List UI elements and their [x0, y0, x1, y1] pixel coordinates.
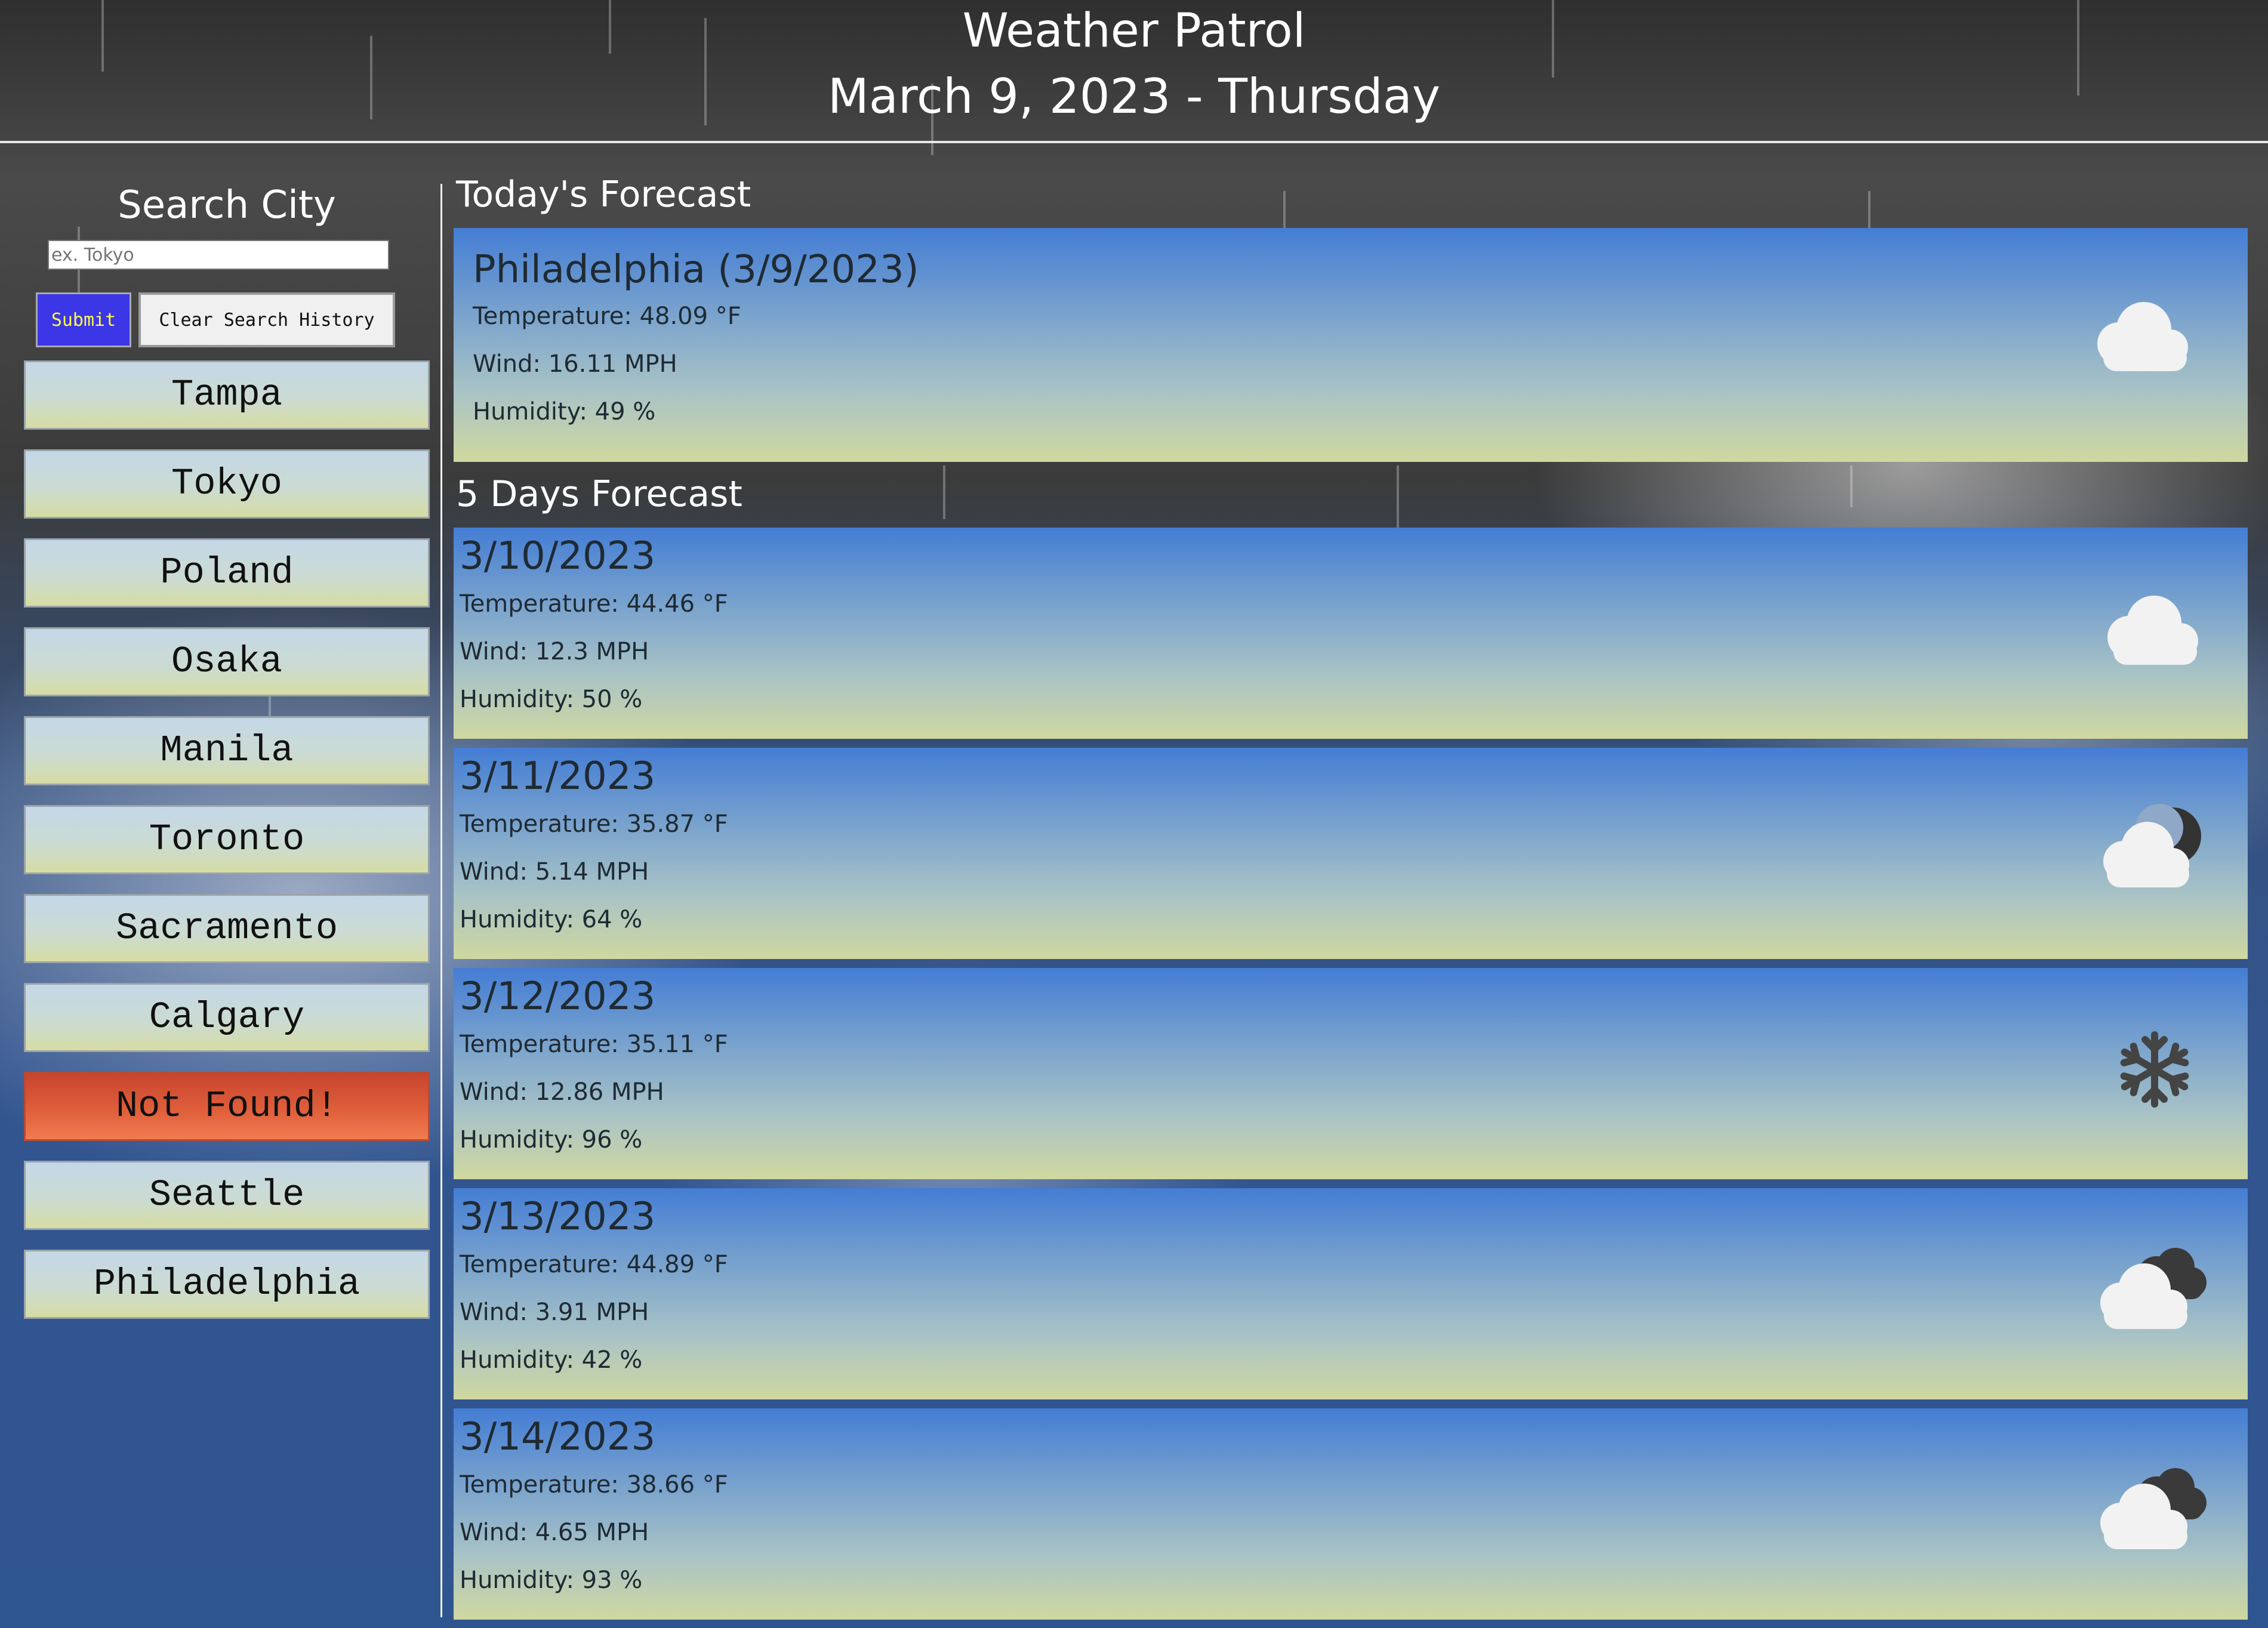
broken-clouds-icon	[2100, 1248, 2207, 1329]
forecast-date: 3/11/2023	[460, 754, 656, 798]
todays-forecast-heading: Today's Forecast	[456, 174, 751, 215]
cloud-icon	[2107, 596, 2198, 665]
forecast-date: 3/10/2023	[460, 534, 656, 578]
page-header: Weather Patrol March 9, 2023 - Thursday	[0, 0, 2268, 143]
forecast-humidity: Humidity: 64 %	[460, 906, 643, 933]
history-item-osaka[interactable]: Osaka	[24, 627, 430, 696]
partly-cloudy-night-icon	[2103, 804, 2201, 887]
forecast-card-day-2: 3/11/2023 Temperature: 35.87 °F Wind: 5.…	[454, 748, 2248, 959]
search-input[interactable]	[48, 240, 389, 270]
forecast-wind: Wind: 12.86 MPH	[460, 1078, 664, 1106]
forecast-humidity: Humidity: 50 %	[460, 686, 643, 713]
forecast-wind: Wind: 4.65 MPH	[460, 1519, 649, 1546]
forecast-humidity: Humidity: 42 %	[460, 1346, 643, 1374]
forecast-card-day-1: 3/10/2023 Temperature: 44.46 °F Wind: 12…	[454, 528, 2248, 739]
history-item-manila[interactable]: Manila	[24, 716, 430, 785]
five-day-forecast-heading: 5 Days Forecast	[456, 473, 742, 515]
history-item-seattle[interactable]: Seattle	[24, 1161, 430, 1230]
forecast-humidity: Humidity: 96 %	[460, 1126, 643, 1154]
submit-button[interactable]: Submit	[36, 292, 131, 347]
today-city-date: Philadelphia (3/9/2023)	[473, 248, 919, 292]
current-date: March 9, 2023 - Thursday	[827, 69, 1441, 124]
forecast-date: 3/14/2023	[460, 1415, 656, 1459]
cloud-icon	[2097, 302, 2188, 371]
app-title: Weather Patrol	[962, 4, 1306, 58]
history-item-tampa[interactable]: Tampa	[24, 360, 430, 430]
history-item-poland[interactable]: Poland	[24, 538, 430, 608]
forecast-wind: Wind: 12.3 MPH	[460, 638, 649, 665]
sidebar-divider	[440, 184, 442, 1617]
forecast-card-day-5: 3/14/2023 Temperature: 38.66 °F Wind: 4.…	[454, 1408, 2248, 1620]
today-humidity: Humidity: 49 %	[473, 398, 656, 426]
broken-clouds-icon	[2100, 1468, 2207, 1549]
search-history-list: Tampa Tokyo Poland Osaka Manila Toronto …	[24, 360, 430, 1339]
search-title: Search City	[118, 183, 336, 227]
forecast-card-day-4: 3/13/2023 Temperature: 44.89 °F Wind: 3.…	[454, 1188, 2248, 1399]
forecast-wind: Wind: 5.14 MPH	[460, 858, 649, 886]
history-item-philadelphia[interactable]: Philadelphia	[24, 1250, 430, 1319]
today-temperature: Temperature: 48.09 °F	[473, 303, 741, 330]
snowflake-icon	[2120, 1031, 2189, 1108]
forecast-date: 3/12/2023	[460, 975, 656, 1019]
today-wind: Wind: 16.11 MPH	[473, 350, 677, 378]
history-item-tokyo[interactable]: Tokyo	[24, 449, 430, 519]
history-item-toronto[interactable]: Toronto	[24, 805, 430, 874]
forecast-wind: Wind: 3.91 MPH	[460, 1299, 649, 1326]
forecast-temperature: Temperature: 44.46 °F	[460, 590, 728, 618]
forecast-date: 3/13/2023	[460, 1195, 656, 1239]
forecast-card-day-3: 3/12/2023 Temperature: 35.11 °F Wind: 12…	[454, 968, 2248, 1179]
history-item-calgary[interactable]: Calgary	[24, 983, 430, 1052]
forecast-temperature: Temperature: 44.89 °F	[460, 1251, 728, 1278]
history-item-sacramento[interactable]: Sacramento	[24, 894, 430, 963]
forecast-temperature: Temperature: 38.66 °F	[460, 1471, 728, 1498]
clear-history-button[interactable]: Clear Search History	[138, 292, 395, 347]
forecast-temperature: Temperature: 35.87 °F	[460, 810, 728, 838]
history-item-not-found[interactable]: Not Found!	[24, 1072, 430, 1141]
forecast-temperature: Temperature: 35.11 °F	[460, 1031, 728, 1058]
today-forecast-card: Philadelphia (3/9/2023) Temperature: 48.…	[454, 228, 2248, 462]
forecast-humidity: Humidity: 93 %	[460, 1567, 643, 1594]
